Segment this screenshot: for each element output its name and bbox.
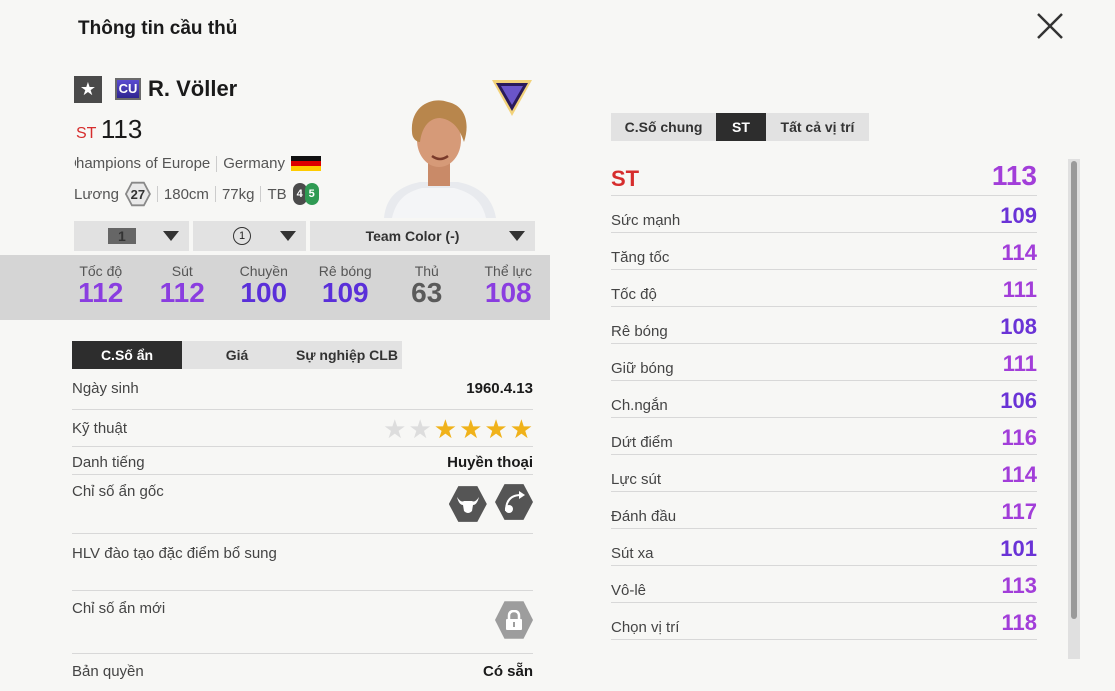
reputation-value: Huyền thoại bbox=[447, 454, 533, 471]
stat-defending: Thủ 63 bbox=[411, 263, 443, 308]
physical-line: Lương 27 180cm 77kg TB 45 bbox=[74, 181, 319, 207]
new-traits-label: Chỉ số ẩn mới bbox=[72, 600, 166, 617]
body-type: TB bbox=[267, 185, 287, 203]
attribute-row: Sút xa 101 bbox=[611, 529, 1037, 566]
traits-icons bbox=[445, 483, 533, 523]
attribute-row: Vô-lê 113 bbox=[611, 566, 1037, 603]
attribute-row: Tăng tốc 114 bbox=[611, 233, 1037, 270]
club-nation-line: Champions of Europe Germany bbox=[74, 155, 321, 172]
scrollbar-thumb[interactable] bbox=[1071, 161, 1077, 619]
bull-trait-icon[interactable] bbox=[448, 486, 487, 522]
list-item: HLV đào tạo đặc điểm bổ sung bbox=[72, 534, 533, 591]
coach-label: HLV đào tạo đặc điểm bổ sung bbox=[72, 545, 277, 562]
nation-name: Germany bbox=[223, 155, 285, 172]
club-logo-icon bbox=[492, 80, 532, 116]
germany-flag-icon bbox=[290, 155, 321, 172]
attribute-row: Ch.ngắn 106 bbox=[611, 381, 1037, 418]
divider bbox=[260, 186, 262, 202]
star-icon: ★ bbox=[433, 414, 458, 444]
position-ovr: ST 113 bbox=[76, 114, 142, 145]
position-tabs: C.Số chung ST Tất cả vị trí bbox=[611, 113, 869, 141]
scrollbar[interactable] bbox=[1068, 159, 1080, 659]
tab-general-stats[interactable]: C.Số chung bbox=[611, 113, 716, 141]
chevron-down-icon bbox=[509, 231, 525, 241]
attribute-row: Đánh đầu 117 bbox=[611, 492, 1037, 529]
license-label: Bản quyền bbox=[72, 663, 144, 680]
birth-value: 1960.4.13 bbox=[466, 380, 533, 397]
salary-label: Lương bbox=[74, 185, 119, 203]
stat-shooting: Sút 112 bbox=[159, 263, 205, 308]
salary-hex-icon: 27 bbox=[124, 181, 151, 207]
season-badge: CU bbox=[115, 78, 141, 100]
list-item: Danh tiếng Huyền thoại bbox=[72, 447, 533, 475]
foot-icon: 45 bbox=[292, 183, 319, 205]
height: 180cm bbox=[163, 185, 209, 203]
left-tabs: C.Số ẩn Giá Sự nghiệp CLB bbox=[72, 341, 402, 369]
attribute-row: Sức mạnh 109 bbox=[611, 196, 1037, 233]
divider bbox=[214, 186, 216, 202]
birth-label: Ngày sinh bbox=[72, 380, 139, 397]
attribute-row: Lực sút 114 bbox=[611, 455, 1037, 492]
skill-stars: ★ ★ ★ ★ ★ ★ bbox=[383, 416, 533, 442]
star-icon: ★ bbox=[484, 414, 508, 444]
tab-price[interactable]: Giá bbox=[182, 341, 292, 369]
list-item: Bản quyền Có sẵn bbox=[72, 654, 533, 691]
position-label: ST bbox=[76, 125, 97, 142]
tab-club-career[interactable]: Sự nghiệp CLB bbox=[292, 341, 402, 369]
list-item: Kỹ thuật ★ ★ ★ ★ ★ ★ bbox=[72, 410, 533, 447]
stat-pace: Tốc độ 112 bbox=[78, 263, 124, 308]
star-icon: ★ bbox=[408, 414, 432, 444]
level-value: 1 bbox=[108, 228, 136, 244]
stat-passing: Chuyền 100 bbox=[239, 263, 288, 308]
star-icon: ★ bbox=[459, 414, 483, 444]
attribute-row: Chọn vị trí 118 bbox=[611, 603, 1037, 640]
list-item: Ngày sinh 1960.4.13 bbox=[72, 370, 533, 410]
divider bbox=[216, 155, 218, 172]
attribute-row: ST 113 bbox=[611, 159, 1037, 196]
divider bbox=[156, 186, 158, 202]
skill-label: Kỹ thuật bbox=[72, 420, 128, 437]
chevron-down-icon bbox=[163, 231, 179, 241]
stat-physical: Thể lực 108 bbox=[484, 263, 533, 308]
star-icon: ★ bbox=[509, 414, 533, 444]
attribute-list: ST 113 Sức mạnh 109 Tăng tốc 114 Tốc độ 111 … bbox=[611, 159, 1037, 640]
attribute-row: Rê bóng 108 bbox=[611, 307, 1037, 344]
tab-all-positions[interactable]: Tất cả vị trí bbox=[766, 113, 869, 141]
detail-list: Ngày sinh 1960.4.13 Kỹ thuật ★ ★ ★ ★ ★ ★… bbox=[72, 370, 533, 691]
ovr-value: 113 bbox=[100, 114, 143, 144]
selector-bar: 1 1 Team Color (-) bbox=[74, 221, 535, 251]
stat-dribbling: Rê bóng 109 bbox=[318, 263, 372, 308]
attribute-row: Dứt điểm 116 bbox=[611, 418, 1037, 455]
player-name: R. Völler bbox=[148, 76, 238, 101]
upgrade-value: 1 bbox=[233, 227, 251, 245]
curve-shot-trait-icon[interactable] bbox=[495, 484, 533, 520]
list-item: Chỉ số ẩn mới bbox=[72, 591, 533, 654]
list-item: Chỉ số ẩn gốc bbox=[72, 475, 533, 534]
attribute-row: Tốc độ 111 bbox=[611, 270, 1037, 307]
tab-st[interactable]: ST bbox=[716, 113, 766, 141]
lock-icon[interactable] bbox=[495, 601, 533, 639]
page-title: Thông tin cầu thủ bbox=[78, 18, 238, 39]
club-name: Champions of Europe bbox=[74, 155, 211, 172]
player-portrait bbox=[384, 100, 496, 218]
upgrade-select[interactable]: 1 bbox=[193, 221, 306, 251]
traits-label: Chỉ số ẩn gốc bbox=[72, 483, 164, 500]
team-color-select[interactable]: Team Color (-) bbox=[310, 221, 535, 251]
weight: 77kg bbox=[221, 185, 255, 203]
main-stats: Tốc độ 112 Sút 112 Chuyền 100 Rê bóng 109 Th… bbox=[0, 255, 550, 320]
attribute-row: Giữ bóng 111 bbox=[611, 344, 1037, 381]
tab-hidden-stats[interactable]: C.Số ẩn bbox=[72, 341, 182, 369]
favorite-star-icon[interactable]: ★ bbox=[74, 76, 102, 103]
team-color-value: Team Color (-) bbox=[365, 228, 460, 244]
close-icon[interactable] bbox=[1034, 10, 1066, 42]
license-value: Có sẵn bbox=[482, 663, 533, 680]
level-select[interactable]: 1 bbox=[74, 221, 189, 251]
reputation-label: Danh tiếng bbox=[72, 454, 145, 471]
chevron-down-icon bbox=[280, 231, 296, 241]
star-icon: ★ bbox=[383, 414, 407, 444]
